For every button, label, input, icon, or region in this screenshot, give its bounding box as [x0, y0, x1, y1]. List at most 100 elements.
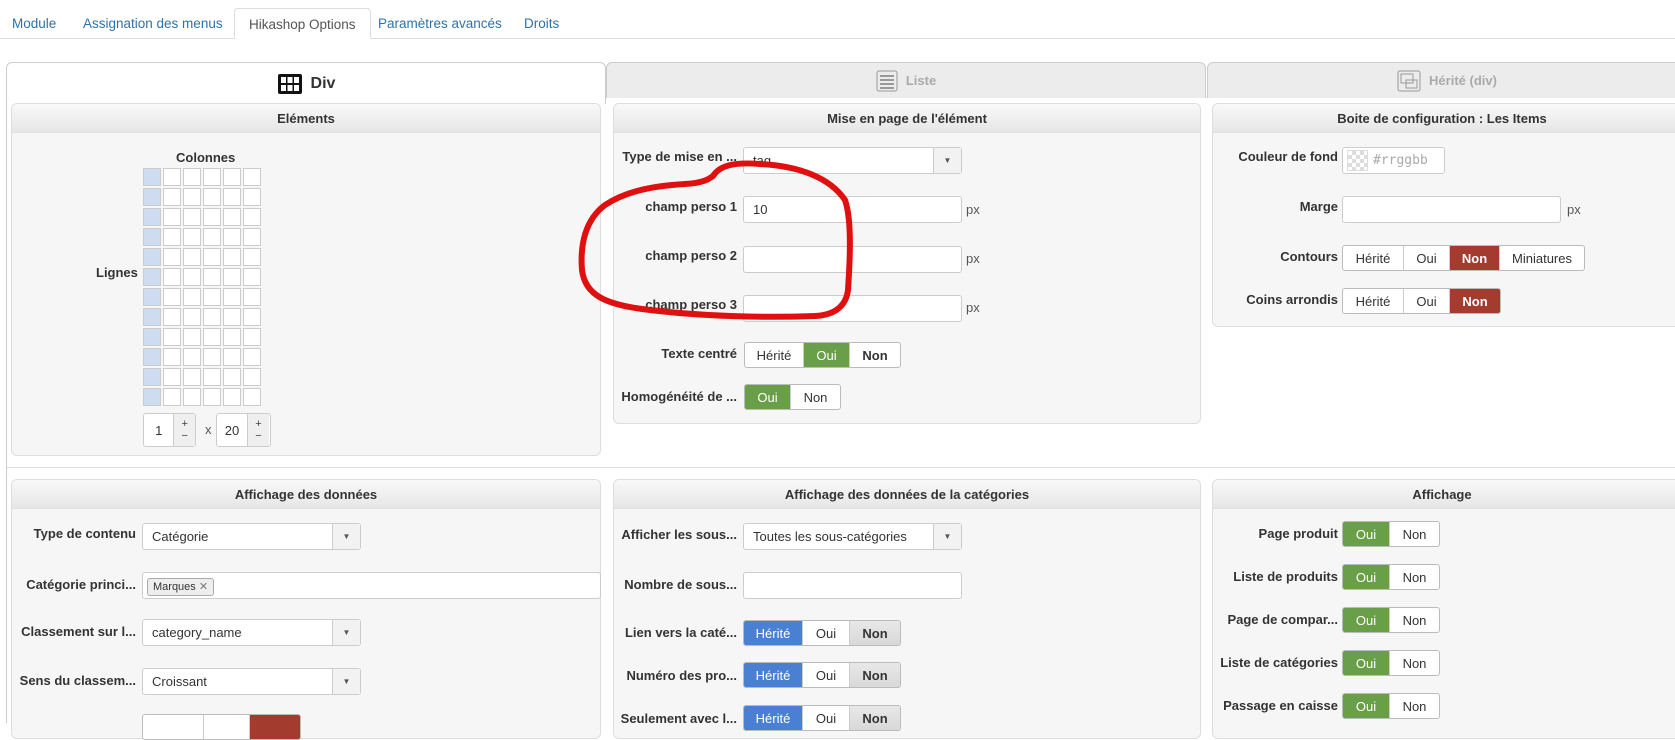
option-inherit[interactable]: Hérité [1343, 246, 1404, 270]
option-no[interactable]: Non [791, 385, 840, 409]
grid-cell[interactable] [203, 308, 221, 326]
grid-cell[interactable] [183, 228, 201, 246]
option-inherit[interactable]: Hérité [744, 663, 803, 687]
option-inherit[interactable]: Hérité [744, 706, 803, 730]
columns-stepper[interactable]: 1 + − [143, 413, 196, 447]
option-inherit[interactable]: Hérité [745, 343, 804, 367]
grid-cell[interactable] [183, 168, 201, 186]
grid-cell[interactable] [223, 268, 241, 286]
grid-cell[interactable] [143, 188, 161, 206]
grid-cell[interactable] [163, 208, 181, 226]
grid-cell[interactable] [243, 388, 261, 406]
grid-cell[interactable] [183, 288, 201, 306]
option-no[interactable]: Non [1390, 565, 1439, 589]
option-no[interactable]: Non [1450, 246, 1500, 270]
option-yes[interactable] [204, 715, 250, 739]
grid-cell[interactable] [203, 288, 221, 306]
grid-cell[interactable] [243, 268, 261, 286]
layout-tab-inherited[interactable]: Hérité (div) [1207, 62, 1675, 98]
grid-cell[interactable] [143, 308, 161, 326]
bg-color-input[interactable]: #rrggbb [1342, 147, 1445, 174]
layout-tab-list[interactable]: Liste [606, 62, 1206, 98]
grid-cell[interactable] [143, 348, 161, 366]
subcategories-select[interactable]: Toutes les sous-catégories ▼ [743, 523, 962, 550]
option-inherit[interactable] [143, 715, 204, 739]
grid-cell[interactable] [243, 288, 261, 306]
option-no[interactable]: Non [1390, 694, 1439, 718]
sort-order-select[interactable]: Croissant ▼ [142, 668, 361, 695]
option-yes[interactable]: Oui [1343, 608, 1390, 632]
plus-icon[interactable]: + [181, 418, 187, 430]
option-no[interactable]: Non [850, 706, 900, 730]
remove-tag-icon[interactable]: ✕ [199, 581, 208, 593]
grid-cell[interactable] [163, 248, 181, 266]
option-yes[interactable]: Oui [803, 706, 850, 730]
grid-cell[interactable] [163, 368, 181, 386]
grid-cell[interactable] [143, 288, 161, 306]
grid-cell[interactable] [143, 268, 161, 286]
option-yes[interactable]: Oui [1404, 289, 1450, 313]
option-yes[interactable]: Oui [803, 663, 850, 687]
option-no[interactable]: Non [1450, 289, 1500, 313]
grid-cell[interactable] [163, 308, 181, 326]
grid-cell[interactable] [183, 308, 201, 326]
field2-input[interactable] [743, 246, 962, 273]
layout-type-select[interactable]: tag ▼ [743, 147, 962, 174]
grid-cell[interactable] [243, 228, 261, 246]
color-swatch-icon[interactable] [1347, 150, 1368, 171]
plus-icon[interactable]: + [255, 418, 261, 430]
grid-cell[interactable] [163, 268, 181, 286]
grid-cell[interactable] [223, 388, 241, 406]
grid-cell[interactable] [163, 328, 181, 346]
tab-permissions[interactable]: Droits [524, 8, 559, 39]
grid-cell[interactable] [223, 248, 241, 266]
grid-cell[interactable] [163, 188, 181, 206]
grid-cell[interactable] [203, 368, 221, 386]
grid-cell[interactable] [143, 168, 161, 186]
subcategory-count-input[interactable] [743, 572, 962, 599]
grid-cell[interactable] [163, 288, 181, 306]
grid-cell[interactable] [143, 388, 161, 406]
option-yes[interactable]: Oui [1343, 694, 1390, 718]
option-no[interactable]: Non [850, 343, 900, 367]
grid-cell[interactable] [223, 228, 241, 246]
tab-advanced-settings[interactable]: Paramètres avancés [378, 8, 502, 39]
field3-input[interactable] [743, 295, 962, 322]
grid-cell[interactable] [143, 228, 161, 246]
grid-cell[interactable] [183, 188, 201, 206]
layout-tab-div[interactable]: Div [6, 62, 606, 104]
grid-cell[interactable] [183, 248, 201, 266]
grid-cell[interactable] [183, 328, 201, 346]
option-yes[interactable]: Oui [1343, 522, 1390, 546]
grid-cell[interactable] [183, 208, 201, 226]
grid-cell[interactable] [183, 388, 201, 406]
field1-input[interactable]: 10 [743, 196, 962, 223]
option-no[interactable]: Non [1390, 651, 1439, 675]
grid-cell[interactable] [223, 308, 241, 326]
grid-cell[interactable] [143, 208, 161, 226]
rows-stepper[interactable]: 20 + − [216, 413, 271, 447]
grid-cell[interactable] [163, 168, 181, 186]
option-yes[interactable]: Oui [1404, 246, 1450, 270]
option-no[interactable]: Non [850, 663, 900, 687]
tab-menu-assignment[interactable]: Assignation des menus [83, 8, 223, 39]
grid-cell[interactable] [243, 308, 261, 326]
grid-cell[interactable] [143, 368, 161, 386]
grid-cell[interactable] [243, 208, 261, 226]
option-no[interactable] [250, 715, 300, 739]
grid-cell[interactable] [143, 328, 161, 346]
grid-cell[interactable] [203, 188, 221, 206]
grid-cell[interactable] [203, 268, 221, 286]
margin-input[interactable] [1342, 196, 1561, 223]
minus-icon[interactable]: − [181, 430, 187, 442]
grid-cell[interactable] [223, 288, 241, 306]
grid-cell[interactable] [203, 168, 221, 186]
option-inherit[interactable]: Hérité [1343, 289, 1404, 313]
option-no[interactable]: Non [1390, 522, 1439, 546]
grid-cell[interactable] [203, 208, 221, 226]
grid-cell[interactable] [223, 188, 241, 206]
grid-cell[interactable] [203, 348, 221, 366]
main-category-input[interactable]: Marques ✕ [142, 572, 601, 599]
grid-cell[interactable] [243, 328, 261, 346]
content-type-select[interactable]: Catégorie ▼ [142, 523, 361, 550]
